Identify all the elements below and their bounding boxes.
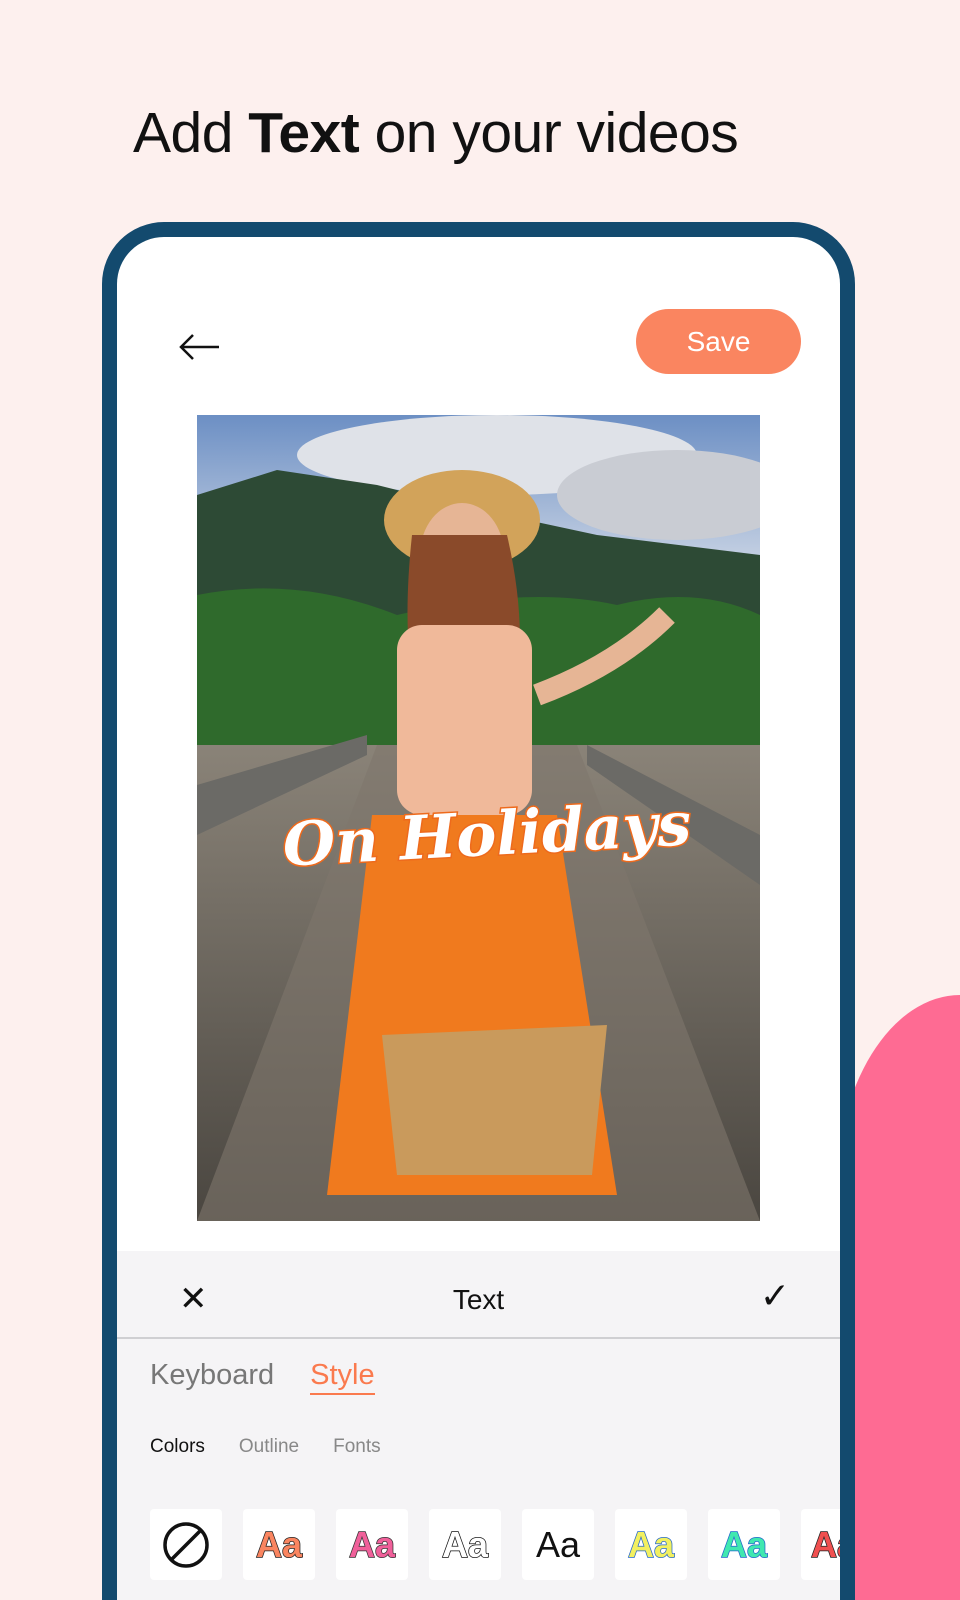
style-preset-button[interactable]: Aa [429, 1509, 501, 1580]
none-icon [163, 1521, 209, 1568]
tab-style[interactable]: Style [310, 1359, 375, 1395]
style-subtabs: Colors Outline Fonts [150, 1436, 415, 1458]
toolbar-title: Text [452, 1284, 505, 1315]
style-preview-text: Aa [441, 1523, 489, 1566]
style-preview-text: Aa [810, 1523, 840, 1566]
style-preset-button[interactable]: Aa [522, 1509, 594, 1580]
save-button[interactable]: Save [636, 309, 801, 374]
style-preview-text: Aa [255, 1523, 303, 1566]
subtab-outline[interactable]: Outline [239, 1436, 299, 1457]
back-arrow-icon[interactable] [177, 332, 221, 362]
tab-keyboard[interactable]: Keyboard [150, 1359, 274, 1391]
phone-frame: Save On Holidays ✕ Text ✓ Keyboard Style … [102, 222, 855, 1600]
style-preview-text: Aa [720, 1523, 768, 1566]
style-preview-text: Aa [348, 1523, 396, 1566]
headline-text: on your videos [359, 101, 739, 165]
style-preset-button[interactable]: Aa [801, 1509, 840, 1580]
style-preset-button[interactable]: Aa [243, 1509, 315, 1580]
check-icon[interactable]: ✓ [760, 1275, 790, 1317]
style-preset-button[interactable]: Aa [336, 1509, 408, 1580]
style-preview-text: Aa [535, 1523, 581, 1565]
text-editor-panel: ✕ Text ✓ Keyboard Style Colors Outline Font… [117, 1251, 840, 1600]
headline: Add Text on your videos [133, 100, 739, 166]
headline-bold: Text [248, 101, 360, 165]
style-presets: Aa Aa Aa Aa Aa Aa Aa [150, 1509, 840, 1580]
subtab-fonts[interactable]: Fonts [333, 1436, 381, 1457]
headline-text: Add [133, 101, 249, 165]
style-preset-button[interactable]: Aa [615, 1509, 687, 1580]
style-none-button[interactable] [150, 1509, 222, 1580]
editor-toolbar: ✕ Text ✓ [117, 1251, 840, 1339]
video-preview[interactable]: On Holidays [197, 415, 760, 1221]
editor-tabs: Keyboard Style [150, 1359, 411, 1395]
style-preview-text: Aa [627, 1523, 675, 1566]
style-preset-button[interactable]: Aa [708, 1509, 780, 1580]
subtab-colors[interactable]: Colors [150, 1436, 205, 1457]
